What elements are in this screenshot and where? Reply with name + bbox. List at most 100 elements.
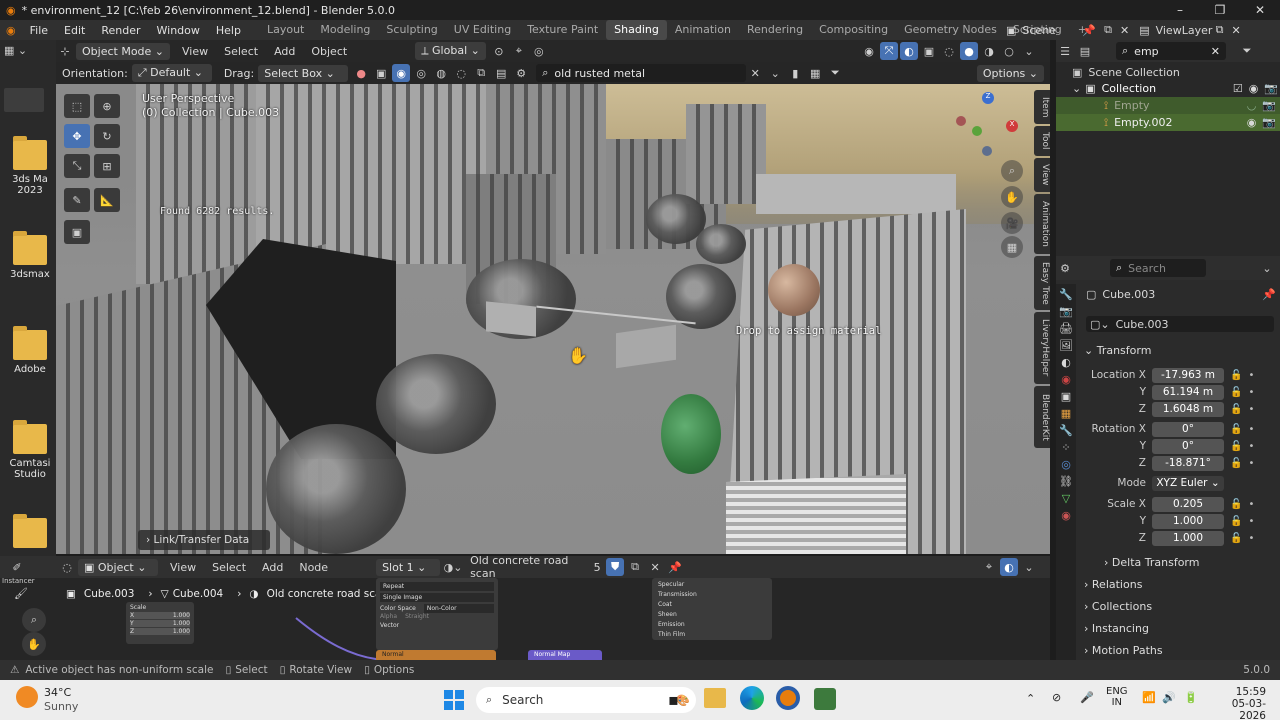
tab-modeling[interactable]: Modeling [312,20,378,40]
camera-icon[interactable]: 📷 [1262,99,1276,112]
node-field[interactable]: Single Image [380,593,494,602]
navigation-gizmo[interactable]: Z X [952,90,1024,162]
annotate-tool-icon[interactable]: ✎ [64,188,90,212]
fake-user-icon[interactable]: ⛊ [606,558,625,576]
mapping-node[interactable]: Scale X 1.000 Y 1.000 Z 1.000 [126,602,194,644]
tab-easy-tree[interactable]: Easy Tree [1034,256,1050,310]
expand-icon[interactable]: ⌄ [1072,82,1081,95]
scale-y-field[interactable]: 1.000 [1152,513,1224,529]
delta-transform-section[interactable]: › Delta Transform [1104,556,1199,569]
material-name-field[interactable]: Old concrete road scan [470,554,588,580]
camera-icon[interactable]: 📷 [1264,82,1278,95]
node-menu-select[interactable]: Select [204,561,254,574]
node-editor-type-icon[interactable]: ✐ [8,558,26,576]
solid-shading-icon[interactable]: ● [960,42,978,60]
proportional-edit-icon[interactable]: ◎ [530,42,548,60]
object-mode-dropdown[interactable]: Object Mode ⌄ [76,42,171,60]
material-users-count[interactable]: 5 [588,561,606,574]
hidden-eye-icon[interactable]: ◡ [1247,99,1257,112]
rotation-mode-dropdown[interactable]: XYZ Euler ⌄ [1152,475,1224,491]
lock-icon[interactable]: 🔓 [1230,370,1242,381]
instancing-section[interactable]: › Instancing [1084,622,1149,635]
gizmo-y-icon[interactable] [972,126,982,136]
tab-animation[interactable]: Animation [1034,194,1050,254]
maximize-button[interactable]: ❐ [1200,0,1240,20]
lock-icon[interactable]: 🔓 [1230,441,1242,452]
tab-texture-paint[interactable]: Texture Paint [519,20,606,40]
pivot-icon[interactable]: ⊙ [490,42,508,60]
filter-icon[interactable]: ⏷ [1238,42,1256,60]
tab-view[interactable]: View [1034,158,1050,192]
hdr-asset-icon[interactable]: ⧉ [472,64,490,82]
shader-object-dropdown[interactable]: ▣ Object ⌄ [78,558,158,576]
rotation-x-field[interactable]: 0° [1152,421,1224,437]
weather-condition[interactable]: Sunny [44,700,78,713]
bsdf-node-panels[interactable]: Specular Transmission Coat Sheen Emissio… [652,578,772,640]
breadcrumb-item[interactable]: Cube.003 [84,588,135,600]
gizmo-neg-z-icon[interactable] [982,146,992,156]
eye-icon[interactable]: ◉ [1249,82,1259,95]
menu-file[interactable]: File [22,24,56,37]
tab-sculpting[interactable]: Sculpting [378,20,445,40]
node-menu-node[interactable]: Node [291,561,336,574]
bsdf-panel[interactable]: Emission [658,620,766,630]
pan-view-icon[interactable]: ✋ [1001,186,1023,208]
menu-help[interactable]: Help [208,24,249,37]
keyframe-icon[interactable]: • [1248,516,1254,527]
scale-x-field[interactable]: 0.205 [1152,496,1224,512]
viewlayer-icon[interactable]: ▤ [1139,24,1149,37]
transform-section-header[interactable]: ⌄ Transform [1084,344,1151,357]
minimize-button[interactable]: – [1160,0,1200,20]
node-menu-view[interactable]: View [162,561,204,574]
overlay-options-icon[interactable]: ⌄ [1020,558,1038,576]
desktop-item-3dsmax-2023[interactable]: 3ds Ma 2023 [8,136,52,196]
outliner-item-empty[interactable]: ⟟ Empty ◡ 📷 [1056,97,1280,114]
taskbar-search[interactable]: ⌕ Search 🎨 [476,687,696,713]
rotate-tool-icon[interactable]: ↻ [94,124,120,148]
properties-search-input[interactable]: ⌕ Search [1110,259,1206,277]
tab-item[interactable]: Item [1034,90,1050,124]
clear-search-icon[interactable]: ✕ [1211,45,1220,58]
keyframe-icon[interactable]: • [1248,404,1254,415]
rotation-y-field[interactable]: 0° [1152,438,1224,454]
microphone-icon[interactable]: 🎤 [1080,691,1094,704]
blenderkit-icon[interactable]: ◉ [392,64,411,82]
material-shading-icon[interactable]: ◑ [980,42,998,60]
task-view-icon[interactable]: ▪ [668,690,679,709]
output-tab-icon[interactable]: 🖨 [1059,322,1073,335]
xray-icon[interactable]: ▣ [920,42,938,60]
3d-viewport[interactable]: User Perspective (0) Collection | Cube.0… [56,84,1050,554]
keyframe-icon[interactable]: • [1248,499,1254,510]
gizmo-icon[interactable]: ⤧ [880,42,898,60]
view-layer-name[interactable]: ViewLayer [1156,24,1216,37]
scale-tool-icon[interactable]: ⤡ [64,154,90,178]
lock-icon[interactable]: 🔓 [1230,387,1242,398]
wireframe-shading-icon[interactable]: ◌ [940,42,958,60]
lock-icon[interactable]: 🔓 [1230,458,1242,469]
snap-icon[interactable]: ⌖ [980,558,998,576]
clock[interactable]: 15:59 05-03-2026 [1210,686,1266,720]
new-scene-icon[interactable]: ⧉ [1104,23,1112,37]
camera-view-icon[interactable]: 🎥 [1001,212,1023,234]
viewport-menu-object[interactable]: Object [303,45,355,58]
lock-icon[interactable]: 🔓 [1230,533,1242,544]
lock-icon[interactable]: 🔓 [1230,516,1242,527]
shading-options-icon[interactable]: ⌄ [1020,42,1038,60]
tab-rendering[interactable]: Rendering [739,20,811,40]
paint-tool-icon[interactable]: 🖌 [12,584,30,602]
location-y-field[interactable]: 61.194 m [1152,384,1224,400]
blender-taskbar-icon[interactable] [776,686,800,710]
bsdf-panel[interactable]: Specular [658,580,766,590]
view-mode-icon[interactable]: ▦ [806,64,824,82]
scale-z-field[interactable]: 1.000 [1152,530,1224,546]
bsdf-panel[interactable]: Transmission [658,590,766,600]
visibility-icon[interactable]: ◉ [860,42,878,60]
tool-tab-icon[interactable]: 🔧 [1059,288,1073,301]
network-off-icon[interactable]: ⊘ [1052,691,1061,704]
file-explorer-icon[interactable] [704,688,726,708]
location-x-field[interactable]: -17.963 m [1152,367,1224,383]
select-box-tool-icon[interactable]: ⬚ [64,94,90,118]
viewport-menu-view[interactable]: View [174,45,216,58]
pan-view-icon[interactable]: ✋ [22,632,46,656]
new-viewlayer-icon[interactable]: ⧉ [1216,23,1224,37]
